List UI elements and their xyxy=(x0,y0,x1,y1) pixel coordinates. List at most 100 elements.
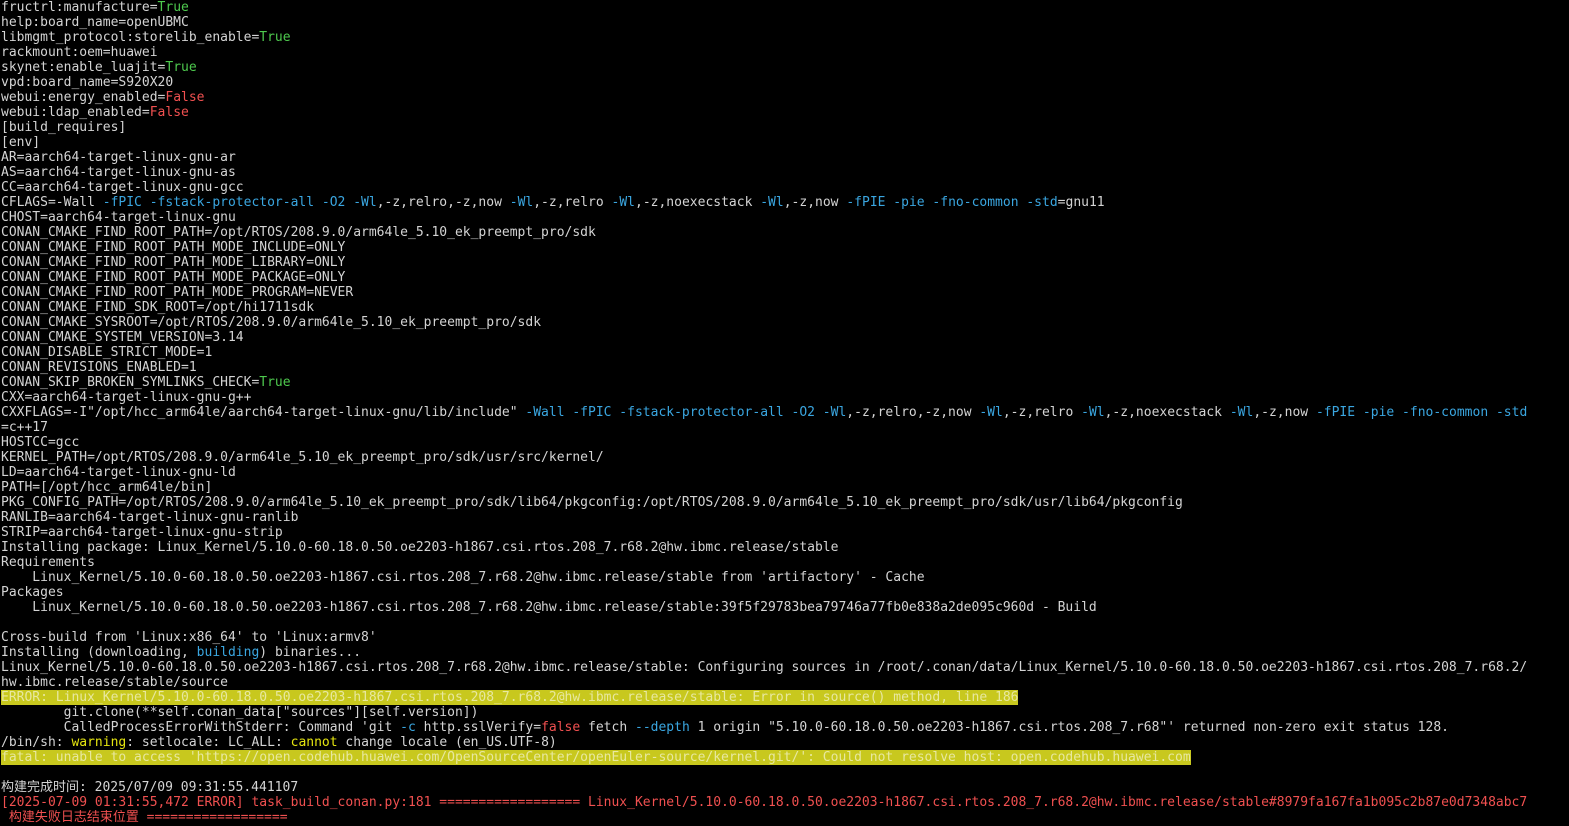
terminal-text: help:board_name=openUBMC xyxy=(1,15,189,30)
terminal-text: CONAN_CMAKE_FIND_ROOT_PATH_MODE_INCLUDE=… xyxy=(1,240,346,255)
terminal-text: -Wl xyxy=(509,195,534,210)
terminal-text: 构建完成时间: 2025/07/09 09:31:55.441107 xyxy=(1,780,299,795)
terminal-text: CONAN_REVISIONS_ENABLED=1 xyxy=(1,360,197,375)
terminal-text: ,-z,now xyxy=(783,195,847,210)
terminal-text: CONAN_CMAKE_SYSTEM_VERSION=3.14 xyxy=(1,330,244,345)
terminal-line: CONAN_CMAKE_FIND_ROOT_PATH_MODE_PACKAGE=… xyxy=(1,270,1567,285)
terminal-line: CHOST=aarch64-target-linux-gnu xyxy=(1,210,1567,225)
terminal-text: -fPIE -pie -fno-common -std xyxy=(846,195,1058,210)
terminal-text: ,-z,relro,-z,now xyxy=(846,405,980,420)
terminal-text: CONAN_DISABLE_STRICT_MODE=1 xyxy=(1,345,213,360)
terminal-text: False xyxy=(165,90,205,105)
terminal-line: 构建失败日志结束位置 ================== xyxy=(1,810,1567,825)
terminal-line: CONAN_CMAKE_FIND_ROOT_PATH_MODE_INCLUDE=… xyxy=(1,240,1567,255)
terminal-text: /bin/sh: xyxy=(1,735,72,750)
terminal-text: True xyxy=(259,375,291,390)
terminal-line: [2025-07-09 01:31:55,472 ERROR] task_bui… xyxy=(1,795,1567,810)
terminal-text: CalledProcessErrorWithStderr: Command 'g… xyxy=(1,720,401,735)
terminal-text: hw.ibmc.release/stable/source xyxy=(1,675,228,690)
highlighted-error-text: ERROR: Linux_Kernel/5.10.0-60.18.0.50.oe… xyxy=(1,690,1019,705)
terminal-text: CONAN_CMAKE_SYSROOT=/opt/RTOS/208.9.0/ar… xyxy=(1,315,542,330)
terminal-line: CONAN_CMAKE_SYSTEM_VERSION=3.14 xyxy=(1,330,1567,345)
terminal-line: help:board_name=openUBMC xyxy=(1,15,1567,30)
terminal-text: ,-z,now xyxy=(1253,405,1316,420)
terminal-text: -Wl xyxy=(760,195,784,210)
terminal-text: Installing (downloading, xyxy=(1,645,197,660)
terminal-text: False xyxy=(149,105,189,120)
terminal-line: Linux_Kernel/5.10.0-60.18.0.50.oe2203-h1… xyxy=(1,600,1567,615)
terminal-text: HOSTCC=gcc xyxy=(1,435,80,450)
terminal-line: CalledProcessErrorWithStderr: Command 'g… xyxy=(1,720,1567,735)
terminal-line: webui:energy_enabled=False xyxy=(1,90,1567,105)
terminal-line: KERNEL_PATH=/opt/RTOS/208.9.0/arm64le_5.… xyxy=(1,450,1567,465)
terminal-text: webui:energy_enabled= xyxy=(1,90,166,105)
terminal-text: warning xyxy=(71,735,127,750)
terminal-text: True xyxy=(157,0,189,15)
terminal-text: [2025-07-09 01:31:55,472 ERROR] task_bui… xyxy=(1,795,1528,810)
terminal-text: -Wl xyxy=(1081,405,1105,420)
terminal-text: change locale (en_US.UTF-8) xyxy=(337,735,557,750)
terminal-text: True xyxy=(165,60,197,75)
terminal-line: HOSTCC=gcc xyxy=(1,435,1567,450)
terminal-line: CONAN_DISABLE_STRICT_MODE=1 xyxy=(1,345,1567,360)
terminal-text: git.clone(**self.conan_data["sources"][s… xyxy=(1,705,479,720)
terminal-text: building xyxy=(196,645,260,660)
terminal-text: 1 origin "5.10.0-60.18.0.50.oe2203-h1867… xyxy=(689,720,1449,735)
terminal-text: =c++17 xyxy=(1,420,48,435)
terminal-text: Requirements xyxy=(1,555,95,570)
terminal-text: AR=aarch64-target-linux-gnu-ar xyxy=(1,150,236,165)
terminal-text: Linux_Kernel/5.10.0-60.18.0.50.oe2203-h1… xyxy=(1,600,1097,615)
terminal-text: -Wl xyxy=(979,405,1003,420)
terminal-line: vpd:board_name=S920X20 xyxy=(1,75,1567,90)
terminal-text: skynet:enable_luajit= xyxy=(1,60,166,75)
terminal-text: CONAN_SKIP_BROKEN_SYMLINKS_CHECK= xyxy=(1,375,260,390)
terminal-line: CC=aarch64-target-linux-gnu-gcc xyxy=(1,180,1567,195)
terminal-line: 构建完成时间: 2025/07/09 09:31:55.441107 xyxy=(1,780,1567,795)
terminal-line: =c++17 xyxy=(1,420,1567,435)
terminal-text: ,-z,relro,-z,now xyxy=(376,195,510,210)
terminal-line: ERROR: Linux_Kernel/5.10.0-60.18.0.50.oe… xyxy=(1,690,1567,705)
terminal-line: PKG_CONFIG_PATH=/opt/RTOS/208.9.0/arm64l… xyxy=(1,495,1567,510)
highlighted-error-text: fatal: unable to access 'https://open.co… xyxy=(1,750,1191,765)
terminal-text: PKG_CONFIG_PATH=/opt/RTOS/208.9.0/arm64l… xyxy=(1,495,1183,510)
terminal-line: CONAN_REVISIONS_ENABLED=1 xyxy=(1,360,1567,375)
terminal-text: Cross-build from 'Linux:x86_64' to 'Linu… xyxy=(1,630,377,645)
terminal-text: ,-z,relro xyxy=(1002,405,1082,420)
terminal-line: STRIP=aarch64-target-linux-gnu-strip xyxy=(1,525,1567,540)
terminal-line: skynet:enable_luajit=True xyxy=(1,60,1567,75)
terminal-text: -Wall -fPIC -fstack-protector-all -O2 -W… xyxy=(525,405,847,420)
terminal-text: CHOST=aarch64-target-linux-gnu xyxy=(1,210,236,225)
terminal-output[interactable]: fructrl:manufacture=True help:board_name=… xyxy=(1,0,1567,826)
terminal-text: -c xyxy=(400,720,416,735)
terminal-line: CONAN_CMAKE_FIND_ROOT_PATH=/opt/RTOS/208… xyxy=(1,225,1567,240)
terminal-text: Linux_Kernel/5.10.0-60.18.0.50.oe2203-h1… xyxy=(1,660,1528,675)
terminal-text: LD=aarch64-target-linux-gnu-ld xyxy=(1,465,236,480)
terminal-text: : setlocale: LC_ALL: xyxy=(126,735,291,750)
terminal-text: KERNEL_PATH=/opt/RTOS/208.9.0/arm64le_5.… xyxy=(1,450,604,465)
terminal-line: CONAN_CMAKE_FIND_ROOT_PATH_MODE_PROGRAM=… xyxy=(1,285,1567,300)
terminal-text: CONAN_CMAKE_FIND_SDK_ROOT=/opt/hi1711sdk xyxy=(1,300,315,315)
terminal-text: rackmount:oem=huawei xyxy=(1,45,158,60)
terminal-text: -Wl xyxy=(611,195,635,210)
terminal-text: http.sslVerify= xyxy=(415,720,542,735)
terminal-line: fatal: unable to access 'https://open.co… xyxy=(1,750,1567,765)
terminal-text: Installing package: Linux_Kernel/5.10.0-… xyxy=(1,540,839,555)
terminal-text: CC=aarch64-target-linux-gnu-gcc xyxy=(1,180,244,195)
terminal-line: [build_requires] xyxy=(1,120,1567,135)
terminal-line: CONAN_CMAKE_SYSROOT=/opt/RTOS/208.9.0/ar… xyxy=(1,315,1567,330)
terminal-line: Cross-build from 'Linux:x86_64' to 'Linu… xyxy=(1,630,1567,645)
terminal-line: Requirements xyxy=(1,555,1567,570)
terminal-text: CONAN_CMAKE_FIND_ROOT_PATH=/opt/RTOS/208… xyxy=(1,225,596,240)
terminal-line: hw.ibmc.release/stable/source xyxy=(1,675,1567,690)
terminal-text: PATH=[/opt/hcc_arm64le/bin] xyxy=(1,480,213,495)
terminal-text: -fPIE -pie -fno-common -std xyxy=(1315,405,1528,420)
terminal-text: false xyxy=(541,720,581,735)
terminal-line: libmgmt_protocol:storelib_enable=True xyxy=(1,30,1567,45)
terminal-line: Linux_Kernel/5.10.0-60.18.0.50.oe2203-h1… xyxy=(1,570,1567,585)
terminal-text: ,-z,noexecstack xyxy=(1104,405,1230,420)
terminal-line: Installing (downloading, building) binar… xyxy=(1,645,1567,660)
terminal-line: Linux_Kernel/5.10.0-60.18.0.50.oe2203-h1… xyxy=(1,660,1567,675)
terminal-line: webui:ldap_enabled=False xyxy=(1,105,1567,120)
terminal-line: git.clone(**self.conan_data["sources"][s… xyxy=(1,705,1567,720)
